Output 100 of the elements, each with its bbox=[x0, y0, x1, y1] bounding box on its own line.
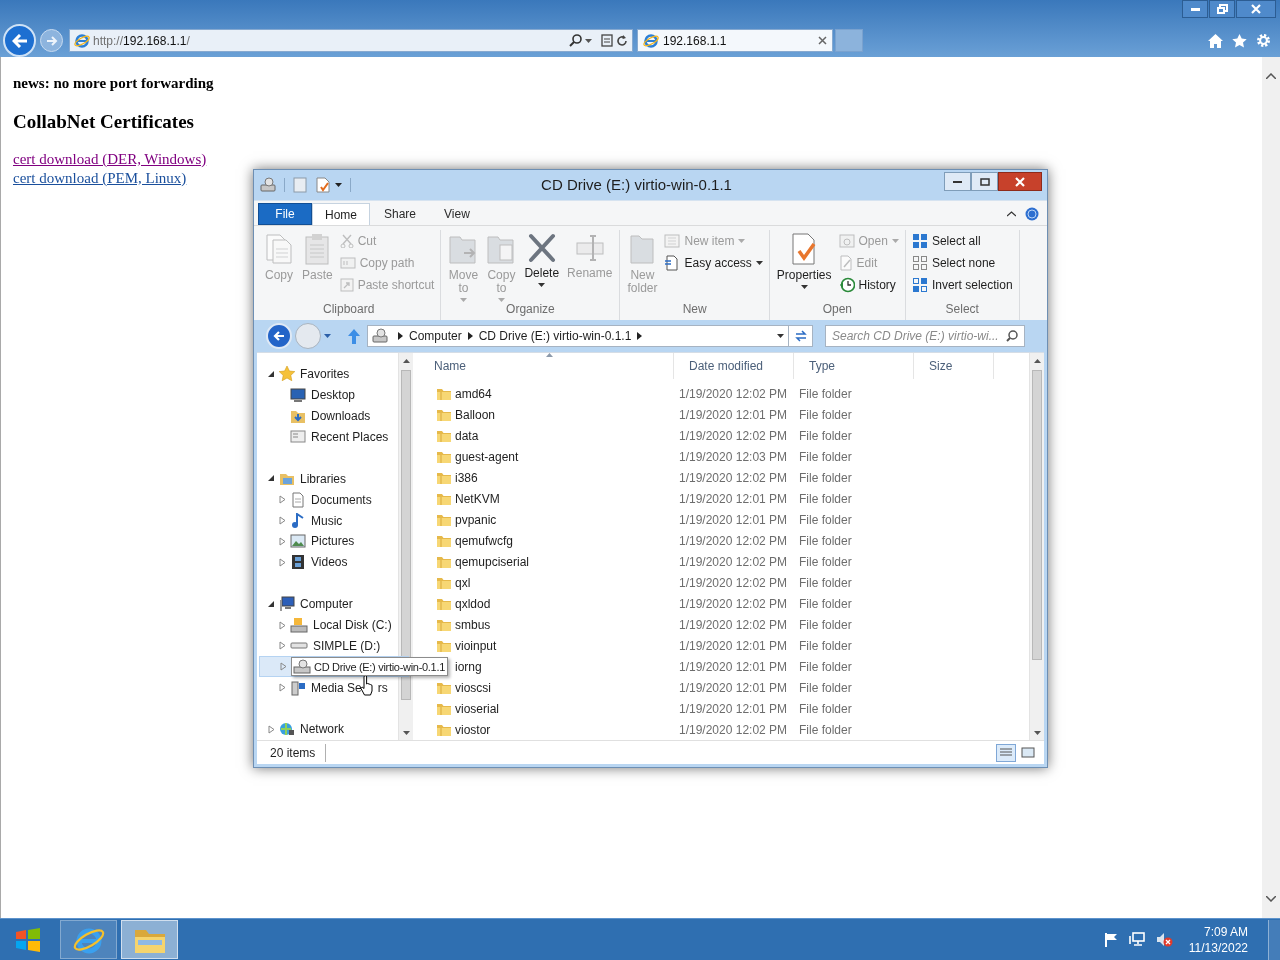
drive-icon bbox=[290, 642, 308, 650]
clock-icon bbox=[838, 277, 855, 293]
browser-tab[interactable]: 192.168.1.1 bbox=[637, 29, 833, 52]
ribbon-tab[interactable]: File bbox=[258, 203, 312, 225]
grid-icon bbox=[911, 233, 928, 249]
nav-item[interactable]: Recent Places bbox=[267, 426, 398, 448]
nav-item[interactable]: Favorites bbox=[267, 364, 398, 385]
shortcut-icon bbox=[339, 278, 354, 292]
nav-item[interactable]: Computer bbox=[267, 593, 398, 615]
refresh-button[interactable] bbox=[789, 325, 813, 347]
new-folder-icon bbox=[315, 177, 331, 193]
nav-item[interactable]: Desktop bbox=[267, 384, 398, 406]
ribbon-button[interactable]: Select none bbox=[909, 252, 1015, 274]
file-name[interactable]: NetKVM bbox=[455, 489, 500, 508]
file-name[interactable]: iorng bbox=[455, 657, 482, 676]
nav-item[interactable]: Videos bbox=[267, 551, 398, 573]
ribbon-button[interactable]: Invert selection bbox=[909, 274, 1015, 296]
taskbar-app-button[interactable] bbox=[60, 920, 117, 959]
documents-icon bbox=[264, 233, 294, 265]
nav-item[interactable]: Music bbox=[267, 510, 398, 531]
forward-button[interactable] bbox=[40, 29, 63, 52]
network-icon bbox=[279, 721, 295, 738]
ribbon-tab[interactable]: View bbox=[430, 203, 484, 225]
file-name[interactable]: i386 bbox=[455, 468, 478, 487]
maximize-button[interactable] bbox=[971, 172, 998, 191]
ribbon-button[interactable]: Select all bbox=[909, 230, 1015, 252]
file-name[interactable]: guest-agent bbox=[455, 447, 519, 466]
table-cell-text: File folder bbox=[798, 385, 853, 403]
grid-outline-icon bbox=[911, 255, 928, 271]
collapsed-arrow-icon bbox=[278, 495, 287, 505]
file-name[interactable]: amd64 bbox=[455, 384, 492, 403]
close-button[interactable] bbox=[1236, 0, 1276, 18]
file-name[interactable]: vioinput bbox=[455, 636, 497, 655]
column-header[interactable]: Type bbox=[794, 353, 914, 379]
nav-item[interactable]: SIMPLE (D:) bbox=[267, 635, 398, 657]
network-icon bbox=[1128, 932, 1145, 947]
file-name[interactable]: qemupciserial bbox=[455, 552, 530, 571]
table-cell-text: File folder bbox=[798, 469, 853, 487]
nav-item[interactable]: Media Se rs bbox=[267, 677, 398, 699]
clock-time: 7:09 AM bbox=[1203, 923, 1248, 940]
nav-item[interactable]: CD Drive (E:) virtio-win-0.1.1 bbox=[268, 656, 448, 678]
table-cell-text: 1/19/2020 12:03 PM bbox=[678, 448, 789, 466]
ribbon-button[interactable]: Delete bbox=[521, 230, 563, 298]
scrollbar[interactable] bbox=[1029, 353, 1044, 740]
ribbon-button[interactable]: History bbox=[836, 274, 901, 296]
column-header[interactable]: Name bbox=[419, 353, 674, 379]
nav-item[interactable]: Downloads bbox=[267, 405, 398, 427]
window-icon bbox=[838, 234, 855, 248]
close-button[interactable] bbox=[998, 172, 1042, 191]
file-name[interactable]: qxldod bbox=[455, 594, 491, 613]
minimize-button[interactable] bbox=[1182, 0, 1208, 18]
back-arrow-icon bbox=[11, 33, 28, 48]
file-name[interactable]: vioscsi bbox=[455, 678, 491, 697]
address-host: 192.168.1.1 bbox=[123, 32, 187, 50]
nav-item[interactable]: Libraries bbox=[267, 468, 398, 490]
ribbon-button[interactable]: Properties bbox=[773, 230, 835, 298]
maximize-button[interactable] bbox=[1209, 0, 1235, 18]
file-name[interactable]: viostor bbox=[455, 720, 491, 739]
file-name[interactable]: pvpanic bbox=[455, 510, 497, 529]
nav-item[interactable]: Local Disk (C:) bbox=[267, 614, 398, 636]
address-field[interactable]: http://192.168.1.1/ bbox=[69, 29, 633, 52]
ribbon-tab[interactable]: Home bbox=[312, 203, 370, 225]
collapse-ribbon-icon bbox=[1007, 211, 1016, 217]
large-icons-view-icon bbox=[1021, 747, 1035, 758]
ribbon-tab[interactable]: Share bbox=[370, 203, 431, 225]
nav-item[interactable]: Network bbox=[267, 719, 398, 740]
file-name[interactable]: Balloon bbox=[455, 405, 496, 424]
file-name[interactable]: qemufwcfg bbox=[455, 531, 514, 550]
back-button[interactable] bbox=[266, 323, 292, 349]
restore-icon bbox=[1216, 4, 1228, 14]
nav-item[interactable]: Pictures bbox=[267, 531, 398, 552]
nav-item[interactable]: Documents bbox=[267, 489, 398, 511]
collapsed-arrow-icon bbox=[278, 683, 287, 693]
file-name[interactable]: qxl bbox=[455, 573, 471, 592]
download-link[interactable]: cert download (DER, Windows) bbox=[13, 150, 207, 169]
caret-icon bbox=[891, 239, 899, 243]
download-link[interactable]: cert download (PEM, Linux) bbox=[13, 169, 187, 188]
table-cell-text: 1/19/2020 12:01 PM bbox=[678, 637, 789, 655]
breadcrumb-item[interactable]: Computer bbox=[409, 327, 462, 345]
flag-icon bbox=[1103, 932, 1118, 947]
taskbar-app-button[interactable] bbox=[121, 920, 178, 959]
scrollbar-thumb[interactable] bbox=[1032, 370, 1042, 660]
details-view-button[interactable] bbox=[996, 743, 1016, 762]
file-name[interactable]: vioserial bbox=[455, 699, 499, 718]
back-button[interactable] bbox=[3, 24, 36, 57]
minimize-button[interactable] bbox=[944, 172, 971, 191]
ribbon-button[interactable]: Easy access bbox=[662, 252, 765, 274]
column-header[interactable]: Date modified bbox=[674, 353, 794, 379]
address-bar[interactable]: Computer CD Drive (E:) virtio-win-0.1.1 bbox=[367, 325, 789, 347]
file-name[interactable]: data bbox=[455, 426, 479, 445]
collapsed-arrow-icon bbox=[278, 620, 287, 630]
file-name[interactable]: smbus bbox=[455, 615, 491, 634]
show-desktop-button[interactable] bbox=[1268, 919, 1280, 960]
search-field[interactable]: Search CD Drive (E:) virtio-wi... bbox=[825, 325, 1025, 347]
table-cell-text: 1/19/2020 12:01 PM bbox=[678, 490, 789, 508]
scroll-up-arrow-icon bbox=[1033, 358, 1041, 363]
column-header[interactable]: Size bbox=[914, 353, 994, 379]
breadcrumb-item[interactable]: CD Drive (E:) virtio-win-0.1.1 bbox=[478, 327, 632, 345]
table-cell-text: 1/19/2020 12:02 PM bbox=[678, 553, 789, 571]
label-icon bbox=[339, 256, 356, 270]
